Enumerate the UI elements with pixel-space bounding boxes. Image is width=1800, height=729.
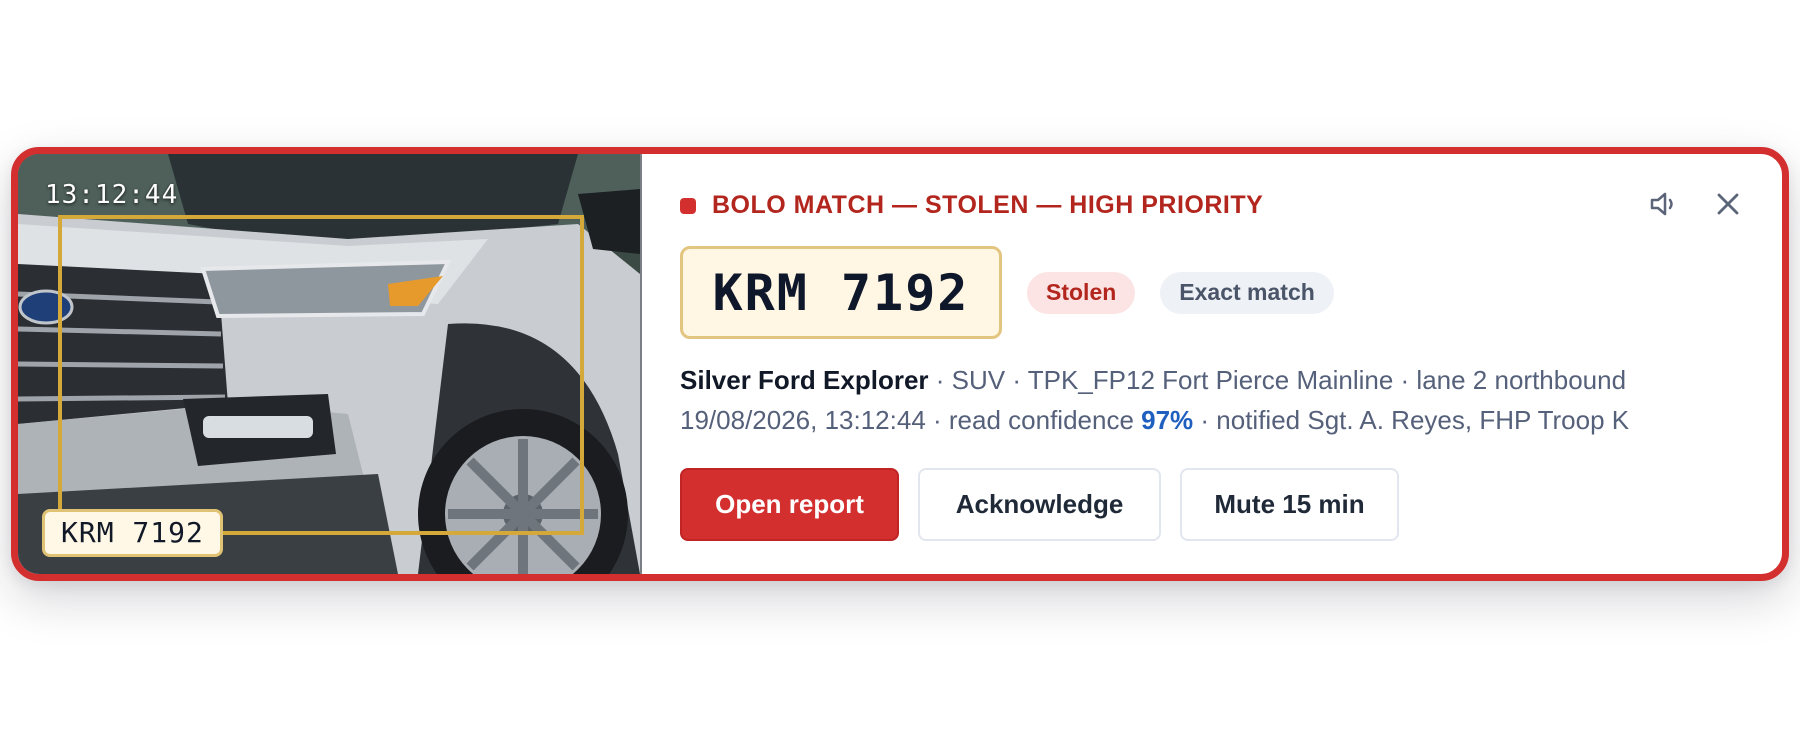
read-time: 19/08/2026, 13:12:44 · read confidence (680, 405, 1142, 435)
alert-details: BOLO MATCH — STOLEN — HIGH PRIORITY KRM … (642, 154, 1782, 574)
open-report-button[interactable]: Open report (680, 468, 899, 541)
read-confidence: 97% (1141, 405, 1194, 435)
mute-button[interactable]: Mute 15 min (1180, 468, 1399, 541)
plate-overlay-label: KRM 7192 (42, 509, 223, 557)
action-bar: Open report Acknowledge Mute 15 min (680, 468, 1418, 541)
close-button[interactable] (1706, 184, 1750, 228)
mute-sound-button[interactable] (1642, 184, 1686, 228)
bolo-alert-card: 13:12:44 KRM 7192 BOLO MATCH — STOLEN — … (11, 147, 1789, 581)
alert-header: BOLO MATCH — STOLEN — HIGH PRIORITY (680, 191, 1263, 220)
vehicle-model: Silver Ford Explorer (680, 365, 929, 395)
camera-snapshot[interactable]: 13:12:44 KRM 7192 (18, 154, 642, 574)
capture-timestamp: 13:12:44 (45, 180, 179, 210)
match-badge: Exact match (1160, 271, 1334, 314)
vehicle-info: Silver Ford Explorer · SUV · TPK_FP12 Fo… (680, 360, 1629, 440)
vehicle-info-line-1: Silver Ford Explorer · SUV · TPK_FP12 Fo… (680, 360, 1629, 400)
alert-title: BOLO MATCH — STOLEN — HIGH PRIORITY (712, 191, 1264, 219)
close-icon (1716, 192, 1740, 221)
notified-officer: · notified Sgt. A. Reyes, FHP Troop K (1193, 405, 1630, 435)
alert-status-dot (680, 197, 696, 214)
speaker-icon (1649, 190, 1679, 223)
status-badge-stolen: Stolen (1027, 271, 1136, 314)
plate-row: KRM 7192 Stolen Exact match (680, 246, 1334, 339)
vehicle-info-line-2: 19/08/2026, 13:12:44 · read confidence 9… (680, 400, 1629, 440)
plate-number: KRM 7192 (680, 246, 1002, 339)
vehicle-location: · SUV · TPK_FP12 Fort Pierce Mainline · … (928, 365, 1627, 395)
detection-bounding-box (58, 215, 584, 535)
acknowledge-button[interactable]: Acknowledge (918, 468, 1161, 541)
